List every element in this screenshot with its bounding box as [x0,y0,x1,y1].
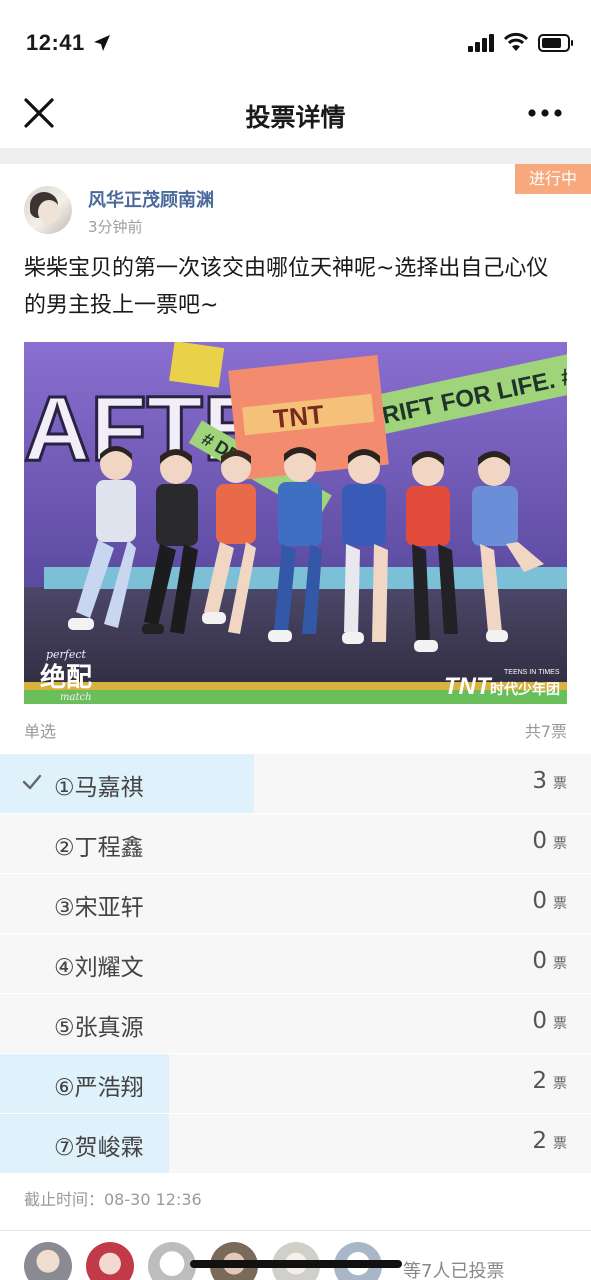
poll-deadline: 截止时间：08-30 12:36 [24,1190,202,1209]
status-badge: 进行中 [515,164,591,194]
option-vote-count: 2票 [532,1068,567,1094]
status-bar: 12:41 [0,0,591,80]
option-label: ③宋亚轩 [54,895,144,921]
navigation-bar: 投票详情 [0,80,591,148]
author-avatar[interactable] [24,186,72,234]
page-title: 投票详情 [245,103,346,132]
poll-total: 共7票 [524,722,567,741]
option-label: ④刘耀文 [54,955,144,981]
poll-option[interactable]: ①马嘉祺 3票 [0,754,591,814]
option-vote-count: 3票 [532,768,567,794]
option-label: ⑦贺峻霖 [54,1135,144,1161]
section-divider [0,148,591,164]
divider [0,1230,591,1231]
watermark-right: 时代少年团 [490,681,560,698]
group-photo-illustration: AFTER # DRIFT FOR LIFE. # DR # DRIFT TNT [24,342,567,704]
location-arrow-icon [94,35,110,51]
poll-option[interactable]: ⑥严浩翔 2票 [0,1054,591,1114]
option-label: ②丁程鑫 [54,835,144,861]
option-label: ⑤张真源 [54,1015,144,1041]
poll-option[interactable]: ④刘耀文 0票 [0,934,591,994]
author-name[interactable]: 风华正茂顾南渊 [88,186,214,212]
option-vote-count: 0票 [532,1008,567,1034]
watermark-logo: TNT [444,673,493,700]
home-indicator[interactable] [190,1260,402,1268]
voters-summary[interactable]: 等7人已投票 [403,1257,504,1280]
more-options-icon[interactable] [524,98,566,128]
poll-option[interactable]: ②丁程鑫 0票 [0,814,591,874]
watermark-right-small: TEENS IN TIMES [504,669,560,676]
post-time: 3分钟前 [88,218,143,236]
avatar-face [38,200,60,224]
option-label: ⑥严浩翔 [54,1075,144,1101]
watermark-small-top: perfect [46,648,87,661]
flag-logo: TNT [272,399,326,434]
post-text: 柴柴宝贝的第一次该交由哪位天神呢~选择出自己心仪的男主投上一票吧~ [24,256,549,318]
watermark-left: 绝配 [40,662,92,693]
option-vote-count: 0票 [532,948,567,974]
option-vote-count: 0票 [532,888,567,914]
post-image[interactable]: AFTER # DRIFT FOR LIFE. # DR # DRIFT TNT [24,342,567,704]
voter-avatar[interactable] [86,1242,134,1280]
option-label: ①马嘉祺 [54,775,144,801]
poll-option[interactable]: ⑦贺峻霖 2票 [0,1114,591,1174]
battery-icon [538,34,573,52]
checkmark-icon [22,774,42,790]
option-vote-count: 2票 [532,1128,567,1154]
poll-options: ①马嘉祺 3票 ②丁程鑫 0票 ③宋亚轩 0票 ④刘耀文 0票 ⑤张真源 0票 … [0,754,591,1174]
poll-type: 单选 [24,722,57,741]
watermark-small-bottom: match [60,692,92,703]
status-time: 12:41 [26,30,85,55]
voter-avatar[interactable] [24,1242,72,1280]
poll-option[interactable]: ⑤张真源 0票 [0,994,591,1054]
cellular-signal-icon [468,34,494,52]
option-vote-count: 0票 [532,828,567,854]
wifi-icon [503,32,529,51]
poll-option[interactable]: ③宋亚轩 0票 [0,874,591,934]
voter-avatar[interactable] [148,1242,196,1280]
